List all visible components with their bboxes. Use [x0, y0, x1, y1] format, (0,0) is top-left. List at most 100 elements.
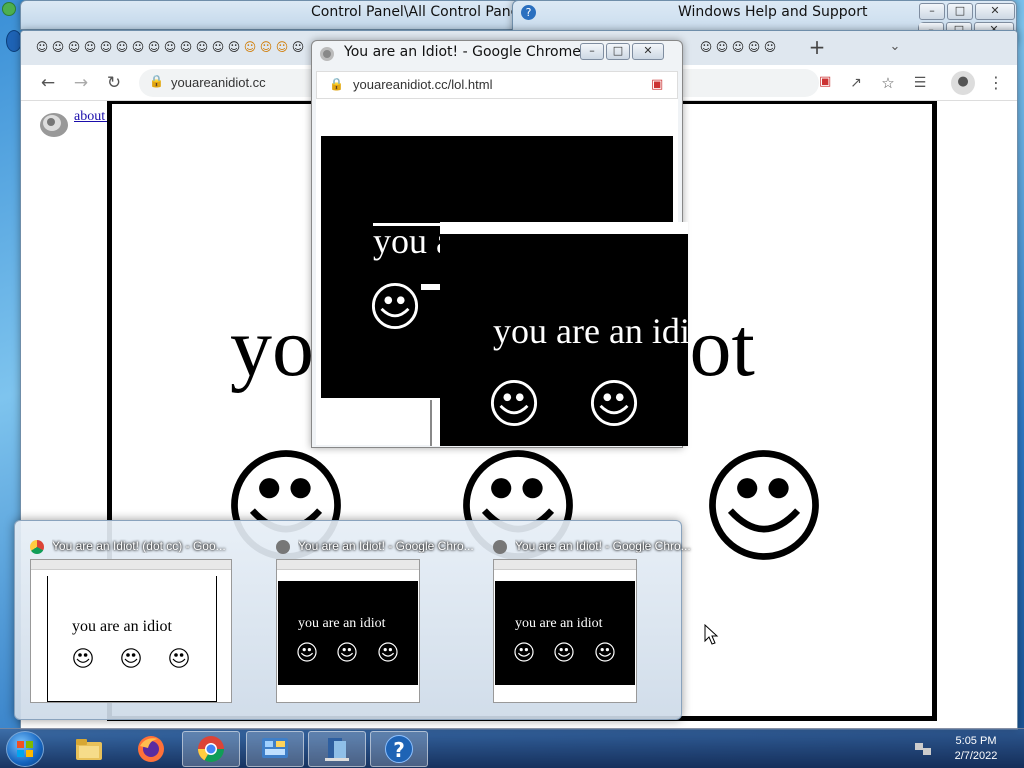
lock-icon[interactable]: 🔒 — [149, 74, 164, 88]
browser-tab[interactable]: ☺ — [195, 38, 209, 56]
preview-title[interactable]: You are an Idiot! - Google Chro... — [515, 539, 715, 553]
lock-icon[interactable]: 🔒 — [329, 77, 344, 91]
browser-tab[interactable]: ☺ — [131, 38, 145, 56]
smiley-face-icon — [490, 379, 538, 427]
preview-thumbnail[interactable]: you are an idiot — [493, 559, 637, 703]
taskbar-file-explorer[interactable] — [60, 731, 118, 767]
url-text[interactable]: youareanidiot.cc — [171, 75, 266, 90]
control-panel-icon — [262, 738, 288, 758]
bookmark-star-icon[interactable]: ☆ — [877, 72, 899, 94]
control-panel-window[interactable]: Control Panel\All Control Panel — [20, 0, 520, 30]
control-panel-title: Control Panel\All Control Panel — [311, 4, 520, 20]
clock-time: 5:05 PM — [955, 735, 997, 747]
taskbar-firefox[interactable] — [122, 731, 180, 767]
maximize-button[interactable]: □ — [947, 3, 973, 20]
folder-icon — [76, 739, 102, 760]
browser-tab[interactable]: ☺ — [115, 38, 129, 56]
start-button[interactable] — [6, 731, 44, 767]
taskbar-window-switcher[interactable] — [308, 731, 366, 767]
troll-face-favicon-icon: ☺ — [291, 40, 305, 54]
browser-tab[interactable]: ☺ — [163, 38, 177, 56]
popup-url[interactable]: youareanidiot.cc/lol.html — [353, 77, 492, 92]
preview-thumb-text: you are an idiot — [72, 618, 172, 635]
popup-blocked-icon[interactable]: ▣ — [819, 74, 831, 89]
browser-tab[interactable]: ☺ — [147, 38, 161, 56]
close-button[interactable]: ✕ — [975, 3, 1015, 20]
idiot-text-2: you are an idiot — [493, 311, 688, 351]
windows-logo-icon — [17, 741, 33, 757]
browser-tab[interactable]: ☺ — [211, 38, 225, 56]
browser-tab[interactable]: ☺ — [243, 38, 257, 56]
troll-face-favicon-icon: ☺ — [115, 40, 129, 54]
taskbar-help[interactable]: ? — [370, 731, 428, 767]
popup-blocked-icon[interactable]: ▣ — [651, 77, 663, 92]
chrome-gray-icon — [276, 540, 290, 554]
smiley-face-icon — [337, 642, 357, 662]
back-button[interactable]: ← — [37, 72, 59, 94]
taskbar-chrome[interactable] — [182, 731, 240, 767]
browser-tab[interactable]: ☺ — [51, 38, 65, 56]
clock-date: 2/7/2022 — [954, 750, 998, 762]
help-titlebar[interactable]: ? Windows Help and Support – □ ✕ — [513, 1, 1016, 23]
popup-titlebar[interactable]: You are an Idiot! - Google Chrome – □ ✕ — [312, 41, 682, 63]
chrome-icon — [197, 736, 225, 763]
tab-search-button[interactable]: ⌄ — [886, 39, 904, 57]
minimize-button[interactable]: – — [580, 43, 604, 60]
smiley-face-icon — [121, 648, 141, 668]
browser-tab[interactable]: ☺ — [715, 38, 729, 56]
browser-tab[interactable]: ☺ — [99, 38, 113, 56]
troll-face-favicon-icon: ☺ — [715, 40, 729, 54]
maximize-button[interactable]: □ — [606, 43, 630, 60]
troll-face-favicon-icon: ☺ — [83, 40, 97, 54]
reload-button[interactable]: ↻ — [103, 72, 125, 94]
browser-tab[interactable]: ☺ — [291, 38, 305, 56]
idiot-panel-2: you are an idiot — [440, 222, 688, 446]
troll-face-favicon-icon: ☺ — [747, 40, 761, 54]
troll-face-favicon-icon: ☺ — [35, 40, 49, 54]
troll-face-favicon-icon: ☺ — [211, 40, 225, 54]
new-tab-button[interactable]: + — [806, 37, 828, 59]
speaker-icon[interactable] — [37, 107, 71, 139]
browser-tab[interactable]: ☺ — [763, 38, 777, 56]
smiley-face-icon — [297, 642, 317, 662]
tab-list-right[interactable]: ☺ ☺ ☺ ☺ ☺ — [699, 38, 777, 56]
browser-tab[interactable]: ☺ — [699, 38, 713, 56]
preview-thumbnail[interactable]: you are an idiot — [30, 559, 232, 703]
network-icon[interactable] — [914, 741, 932, 757]
forward-button[interactable]: → — [70, 72, 92, 94]
popup-address-bar[interactable]: 🔒 youareanidiot.cc/lol.html ▣ — [316, 71, 678, 99]
smiley-face-icon — [371, 282, 419, 330]
minimize-button[interactable]: – — [919, 3, 945, 20]
control-panel-titlebar[interactable]: Control Panel\All Control Panel — [21, 1, 519, 23]
share-icon[interactable]: ↗ — [845, 72, 867, 94]
smiley-face-icon — [590, 379, 638, 427]
browser-tab[interactable]: ☺ — [67, 38, 81, 56]
browser-tab[interactable]: ☺ — [179, 38, 193, 56]
close-button[interactable]: ✕ — [632, 43, 664, 60]
profile-avatar[interactable]: ● — [951, 71, 975, 95]
taskbar-control-panel[interactable] — [246, 731, 304, 767]
troll-face-favicon-icon: ☺ — [99, 40, 113, 54]
browser-tab[interactable]: ☺ — [275, 38, 289, 56]
menu-kebab-icon[interactable]: ⋮ — [985, 72, 1007, 94]
preview-title[interactable]: You are an Idiot! (dot cc) - Goo... — [52, 539, 252, 553]
browser-tab[interactable]: ☺ — [227, 38, 241, 56]
clock[interactable]: 5:05 PM 2/7/2022 — [946, 734, 1006, 764]
troll-face-favicon-icon: ☺ — [131, 40, 145, 54]
troll-face-favicon-icon: ☺ — [51, 40, 65, 54]
media-control-icon[interactable]: ☰ — [909, 72, 931, 94]
preview-thumbnail[interactable]: you are an idiot — [276, 559, 420, 703]
troll-face-favicon-icon: ☺ — [275, 40, 289, 54]
browser-tab[interactable]: ☺ — [731, 38, 745, 56]
troll-face-favicon-icon: ☺ — [763, 40, 777, 54]
taskbar-preview-panel[interactable]: You are an Idiot! (dot cc) - Goo... you a… — [14, 520, 691, 720]
window-edge-icon — [2, 2, 16, 16]
tab-list[interactable]: ☺ ☺ ☺ ☺ ☺ ☺ ☺ ☺ ☺ ☺ ☺ ☺ ☺ ☺ ☺ ☺ ☺ — [35, 38, 305, 56]
browser-tab[interactable]: ☺ — [83, 38, 97, 56]
popup-title: You are an Idiot! - Google Chrome — [344, 44, 581, 60]
browser-tab[interactable]: ☺ — [35, 38, 49, 56]
preview-title[interactable]: You are an Idiot! - Google Chro... — [298, 539, 498, 553]
browser-tab[interactable]: ☺ — [747, 38, 761, 56]
smiley-face-icon — [378, 642, 398, 662]
browser-tab[interactable]: ☺ — [259, 38, 273, 56]
